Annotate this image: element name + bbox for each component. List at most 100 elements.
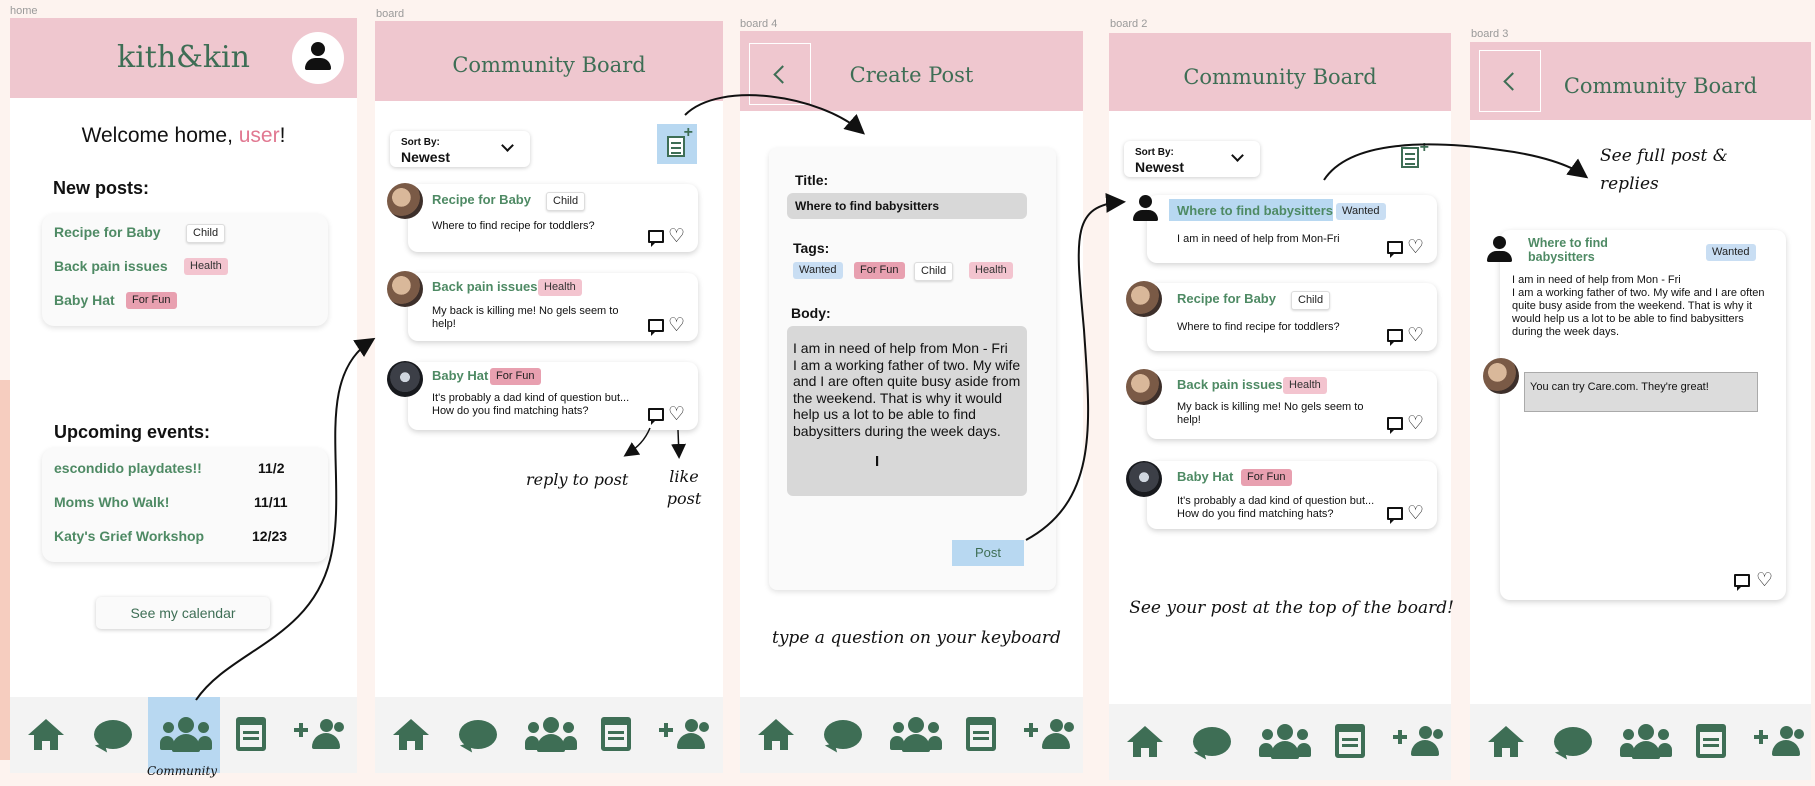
sort-label: Sort By: (1135, 147, 1174, 158)
plus-icon: + (683, 124, 693, 141)
new-post-link-3[interactable]: Baby Hat (54, 292, 115, 308)
nav-messages[interactable] (78, 697, 150, 773)
chevron-down-icon (501, 139, 514, 152)
nav-messages[interactable] (1177, 704, 1249, 780)
body-label: Body: (791, 305, 831, 321)
reply-icon[interactable] (648, 408, 664, 425)
tag-option-child[interactable]: Child (914, 262, 954, 281)
post-card[interactable]: Back pain issues Health My back is killi… (408, 273, 698, 341)
add-group-icon (659, 719, 711, 751)
nav-home[interactable] (10, 697, 82, 773)
heart-icon[interactable]: ♡ (1407, 326, 1424, 345)
board2-screen: Community Board Sort By: Newest + Where … (1109, 33, 1451, 780)
post-card[interactable]: Recipe for Baby Child Where to find reci… (408, 184, 698, 252)
nav-messages[interactable] (1538, 704, 1610, 780)
welcome-heading: Welcome home, user! (10, 124, 357, 148)
tag-option-health[interactable]: Health (969, 262, 1013, 279)
new-post-link-1[interactable]: Recipe for Baby (54, 224, 161, 240)
post-title[interactable]: Back pain issues (1177, 377, 1283, 392)
nav-community[interactable] (1608, 704, 1680, 780)
nav-home[interactable] (1470, 704, 1542, 780)
heart-icon[interactable]: ♡ (668, 405, 685, 424)
full-post-tag: Wanted (1706, 244, 1756, 261)
heart-icon[interactable]: ♡ (1407, 504, 1424, 523)
reply-icon[interactable] (1387, 329, 1403, 346)
post-title[interactable]: Where to find babysitters (1177, 203, 1333, 218)
reply-icon[interactable] (1387, 507, 1403, 524)
nav-calendar[interactable] (579, 697, 651, 773)
board-header: Community Board (375, 21, 723, 101)
body-textarea[interactable]: I am in need of help from Mon - Fri I am… (787, 326, 1027, 496)
sort-dropdown[interactable]: Sort By: Newest (390, 131, 530, 167)
post-card[interactable]: Where to find babysitters Wanted I am in… (1147, 195, 1437, 263)
new-posts-heading: New posts: (53, 178, 150, 198)
nav-calendar[interactable] (1313, 704, 1385, 780)
post-title[interactable]: Baby Hat (432, 368, 488, 383)
reply-icon[interactable] (648, 230, 664, 247)
nav-messages[interactable] (808, 697, 880, 773)
post-button[interactable]: Post (952, 540, 1024, 566)
heart-icon[interactable]: ♡ (668, 227, 685, 246)
nav-add-friends[interactable] (1742, 704, 1811, 780)
heart-icon[interactable]: ♡ (1756, 571, 1773, 590)
reply-icon[interactable] (1734, 574, 1750, 591)
title-input[interactable]: Where to find babysitters (787, 193, 1027, 219)
post-card[interactable]: Back pain issues Health My back is killi… (1147, 371, 1437, 439)
post-title[interactable]: Baby Hat (1177, 469, 1233, 484)
board-screen: Community Board Sort By: Newest + Recipe… (375, 21, 723, 773)
plus-icon: + (1419, 139, 1429, 156)
post-card[interactable]: Recipe for Baby Child Where to find reci… (1147, 283, 1437, 351)
event-link-1[interactable]: escondido playdates!! (54, 460, 202, 476)
nav-home[interactable] (740, 697, 812, 773)
event-link-2[interactable]: Moms Who Walk! (54, 494, 169, 510)
new-post-button[interactable]: + (1399, 139, 1429, 171)
new-post-link-2[interactable]: Back pain issues (54, 258, 168, 274)
sort-dropdown[interactable]: Sort By: Newest (1124, 141, 1260, 177)
annotation-like: like post (666, 467, 702, 508)
reply-icon[interactable] (648, 319, 664, 336)
event-date-2: 11/11 (254, 494, 288, 510)
new-post-icon (1401, 147, 1419, 168)
user-avatar (387, 361, 423, 397)
see-calendar-button[interactable]: See my calendar (96, 597, 270, 629)
heart-icon[interactable]: ♡ (668, 316, 685, 335)
create-title: Create Post (849, 63, 974, 87)
nav-community[interactable] (513, 697, 585, 773)
nav-community[interactable] (1247, 704, 1319, 780)
profile-avatar-button[interactable] (292, 32, 344, 84)
event-link-3[interactable]: Katy's Grief Workshop (54, 528, 204, 544)
tag-option-for-fun[interactable]: For Fun (854, 262, 905, 279)
nav-calendar[interactable] (944, 697, 1016, 773)
post-title[interactable]: Back pain issues (432, 279, 538, 294)
post-tag: Health (538, 279, 582, 296)
nav-add-friends[interactable] (1381, 704, 1451, 780)
sort-value: Newest (401, 149, 451, 165)
nav-add-friends[interactable] (282, 697, 354, 773)
create-bottom-nav (740, 697, 1083, 773)
post-card[interactable]: Baby Hat For Fun It's probably a dad kin… (1147, 461, 1437, 529)
nav-home[interactable] (1109, 704, 1181, 780)
post-card[interactable]: Baby Hat For Fun It's probably a dad kin… (408, 362, 698, 430)
reply-icon[interactable] (1387, 241, 1403, 258)
nav-messages[interactable] (443, 697, 515, 773)
nav-community[interactable] (878, 697, 950, 773)
nav-calendar[interactable] (1674, 704, 1746, 780)
nav-add-friends[interactable] (647, 697, 719, 773)
post-title[interactable]: Recipe for Baby (1177, 291, 1276, 306)
nav-calendar[interactable] (214, 697, 286, 773)
full-post-card: Where to find babysitters Wanted I am in… (1500, 230, 1786, 600)
new-post-button[interactable]: + (657, 124, 697, 164)
nav-home[interactable] (375, 697, 447, 773)
heart-icon[interactable]: ♡ (1407, 414, 1424, 433)
nav-add-friends[interactable] (1012, 697, 1083, 773)
post-title[interactable]: Recipe for Baby (432, 192, 531, 207)
nav-community[interactable] (148, 697, 220, 773)
new-posts-card: Recipe for Baby Child Back pain issues H… (42, 214, 328, 326)
post-body: My back is killing me! No gels seem to h… (1177, 401, 1364, 426)
reply-icon[interactable] (1387, 417, 1403, 434)
board3-header: Community Board (1470, 42, 1811, 120)
tag-option-wanted[interactable]: Wanted (793, 262, 843, 279)
calendar-icon (1696, 724, 1726, 758)
user-avatar (387, 271, 423, 307)
heart-icon[interactable]: ♡ (1407, 238, 1424, 257)
